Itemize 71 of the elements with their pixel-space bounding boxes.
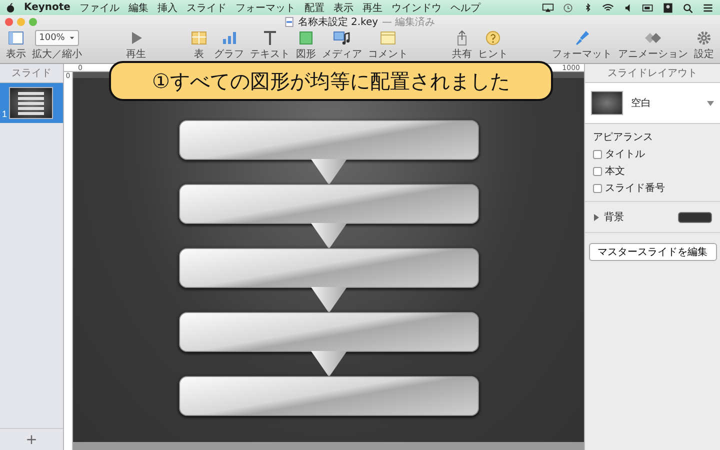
apple-icon[interactable] xyxy=(6,2,15,12)
menu-item[interactable]: ウインドウ xyxy=(391,0,442,14)
gear-icon xyxy=(695,30,713,46)
triangle-shape xyxy=(310,159,346,185)
media-icon xyxy=(333,30,351,46)
text-icon xyxy=(261,30,279,46)
menu-item[interactable]: 編集 xyxy=(128,0,148,14)
chart-button[interactable]: グラフ xyxy=(214,30,244,61)
square-icon xyxy=(297,30,315,46)
add-slide-button[interactable]: + xyxy=(0,428,63,450)
layout-picker[interactable]: 空白 xyxy=(585,83,720,124)
checkbox-label: スライド番号 xyxy=(605,182,665,195)
menu-item[interactable]: 挿入 xyxy=(157,0,178,14)
close-button[interactable] xyxy=(5,18,13,26)
dropdown-caret-icon xyxy=(707,100,714,106)
edit-status: — 編集済み xyxy=(382,16,436,29)
zoom-control[interactable]: 100% 拡大／縮小 xyxy=(32,30,82,61)
checkbox[interactable] xyxy=(593,184,602,192)
list-icon[interactable] xyxy=(702,2,714,12)
checkbox-label: 本文 xyxy=(605,164,625,178)
tips-button[interactable]: ヒント xyxy=(478,30,508,61)
note-icon xyxy=(379,30,397,46)
setup-button[interactable]: 設定 xyxy=(694,30,714,61)
media-button[interactable]: メディア xyxy=(322,30,362,61)
menu-item[interactable]: フォーマット xyxy=(235,0,296,14)
battery-icon[interactable] xyxy=(642,2,654,12)
wifi-icon[interactable] xyxy=(602,2,614,12)
menu-item[interactable]: 表示 xyxy=(333,0,354,14)
question-icon xyxy=(484,30,502,46)
callout-banner: ①すべての図形が均等に配置されました xyxy=(109,61,553,101)
share-button[interactable]: 共有 xyxy=(452,30,472,61)
play-button[interactable]: 再生 xyxy=(126,30,146,61)
view-button[interactable]: 表示 xyxy=(6,30,26,61)
table-icon xyxy=(190,30,208,46)
menu-item[interactable]: スライド xyxy=(186,0,226,14)
triangle-shape xyxy=(310,351,346,377)
app-menu[interactable]: Keynote xyxy=(24,2,70,13)
background-label: 背景 xyxy=(604,210,624,224)
format-button[interactable]: フォーマット xyxy=(552,30,612,61)
triangle-shape xyxy=(310,223,346,249)
menu-item[interactable]: 再生 xyxy=(362,0,382,14)
layout-thumbnail xyxy=(591,91,623,115)
search-icon[interactable] xyxy=(682,2,694,12)
text-button[interactable]: テキスト xyxy=(250,30,290,61)
clock-icon[interactable] xyxy=(562,2,574,12)
edit-master-button[interactable]: マスタースライドを編集 xyxy=(588,243,716,261)
zoom-value: 100% xyxy=(39,33,65,43)
animate-button[interactable]: アニメーション xyxy=(618,30,688,61)
window-title: 名称未設定 2.key xyxy=(298,16,378,29)
comment-button[interactable]: コメント xyxy=(368,30,408,61)
checkbox[interactable] xyxy=(593,150,602,158)
document-icon xyxy=(284,17,294,27)
checkbox[interactable] xyxy=(593,166,602,176)
shape-button[interactable]: 図形 xyxy=(296,30,316,61)
checkbox-label: タイトル xyxy=(605,148,645,161)
menu-item[interactable]: ヘルプ xyxy=(450,0,480,14)
caret-icon xyxy=(68,36,75,40)
disclosure-triangle-icon[interactable] xyxy=(593,214,600,220)
chart-icon xyxy=(220,30,238,46)
user-icon[interactable] xyxy=(662,2,674,12)
table-button[interactable]: 表 xyxy=(190,30,208,61)
brush-icon xyxy=(573,30,591,46)
airplay-icon[interactable] xyxy=(542,2,554,12)
section-title: アピアランス xyxy=(593,131,654,144)
triangle-shape xyxy=(310,287,346,313)
menu-item[interactable]: 配置 xyxy=(304,0,324,14)
menu-item[interactable]: ファイル xyxy=(79,0,120,14)
sidebar-icon xyxy=(7,30,25,46)
diamonds-icon xyxy=(644,30,662,46)
slide-thumbnail[interactable]: 1 xyxy=(0,83,63,123)
color-well[interactable] xyxy=(678,212,712,222)
